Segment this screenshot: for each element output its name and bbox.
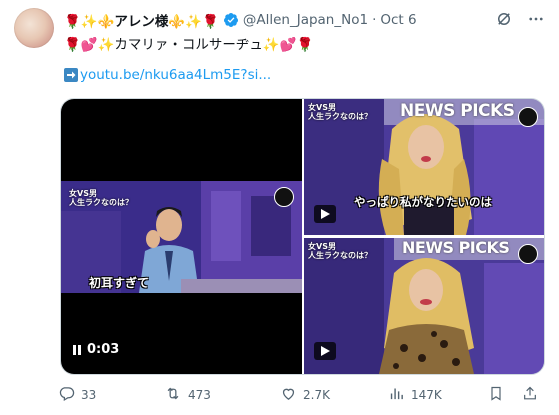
grok-icon[interactable] (495, 10, 513, 32)
tweet-link[interactable]: youtu.be/nku6aa4Lm5E?si... (80, 67, 271, 83)
video-tagline: 女VS男 人生ラクなのは？ (69, 189, 133, 207)
separator-dot: · (372, 12, 377, 28)
tweet-action-bar: 33 473 2.7K 147K (58, 385, 548, 405)
media-grid: 女VS男 人生ラクなのは？ 初耳すぎて 0:03 NEWS PICKS 女VS男… (60, 98, 545, 375)
repost-count: 473 (188, 388, 211, 402)
share-icon (522, 385, 538, 405)
play-icon[interactable] (314, 342, 336, 360)
link-arrow-icon (64, 68, 78, 82)
views-button[interactable]: 147K (388, 385, 442, 405)
tweet-date[interactable]: Oct 6 (380, 12, 416, 28)
video-time-badge[interactable]: 0:03 (73, 342, 119, 357)
like-icon (280, 385, 297, 405)
video-tag-line1: 女VS男 (69, 189, 97, 198)
more-icon[interactable] (527, 10, 545, 32)
tweet-link-line: youtu.be/nku6aa4Lm5E?si... (64, 67, 271, 83)
video-time: 0:03 (87, 342, 120, 357)
channel-logo (518, 107, 538, 127)
thumbnail-subtitle: やっぱり私がなりたいのは (354, 195, 492, 209)
video-thumbnail-bottom[interactable]: NEWS PICKS 女VS男 人生ラクなのは？ (304, 238, 544, 374)
bookmark-icon (488, 385, 504, 405)
verified-icon[interactable] (223, 12, 239, 28)
tweet-header: 🌹✨⚜️アレン様⚜️✨🌹 @Allen_Japan_No1 · Oct 6 (64, 10, 417, 30)
bookmark-button[interactable] (488, 385, 504, 405)
thumbnail-tag-line1: 女VS男 (308, 242, 336, 251)
thumbnail-tag-line2: 人生ラクなのは？ (308, 112, 372, 121)
views-count: 147K (411, 388, 442, 402)
video-thumbnail-top[interactable]: NEWS PICKS 女VS男 人生ラクなのは？ やっぱり私がなりたいのは (304, 99, 544, 235)
play-icon[interactable] (314, 205, 336, 223)
display-name[interactable]: 🌹✨⚜️アレン様⚜️✨🌹 (64, 10, 219, 30)
brand-watermark: NEWS PICKS (402, 238, 510, 257)
video-subtitle: 初耳すぎて (89, 276, 150, 290)
share-button[interactable] (522, 385, 538, 405)
thumbnail-tag-line2: 人生ラクなのは？ (308, 251, 372, 260)
video-tag-line2: 人生ラクなのは？ (69, 198, 133, 207)
channel-logo (274, 187, 294, 207)
reply-button[interactable]: 33 (58, 385, 96, 405)
video-player[interactable]: 女VS男 人生ラクなのは？ 初耳すぎて 0:03 (61, 99, 302, 374)
video-frame: 女VS男 人生ラクなのは？ 初耳すぎて (61, 181, 302, 293)
user-handle[interactable]: @Allen_Japan_No1 (243, 12, 368, 28)
thumbnail-tagline: 女VS男 人生ラクなのは？ (308, 242, 372, 260)
tweet-text: 🌹💕✨カマリァ・コルサーヂュ✨💕🌹 (64, 37, 314, 53)
reply-icon (58, 385, 75, 405)
like-count: 2.7K (303, 388, 330, 402)
reply-count: 33 (81, 388, 97, 402)
brand-watermark: NEWS PICKS (400, 101, 515, 121)
channel-logo (518, 244, 538, 264)
repost-icon (164, 385, 182, 405)
pause-icon[interactable] (73, 344, 81, 355)
top-actions (495, 10, 545, 32)
views-icon (388, 385, 405, 405)
thumbnail-tagline: 女VS男 人生ラクなのは？ (308, 103, 372, 121)
like-button[interactable]: 2.7K (280, 385, 330, 405)
thumbnail-tag-line1: 女VS男 (308, 103, 336, 112)
avatar[interactable] (14, 8, 54, 48)
repost-button[interactable]: 473 (164, 385, 211, 405)
